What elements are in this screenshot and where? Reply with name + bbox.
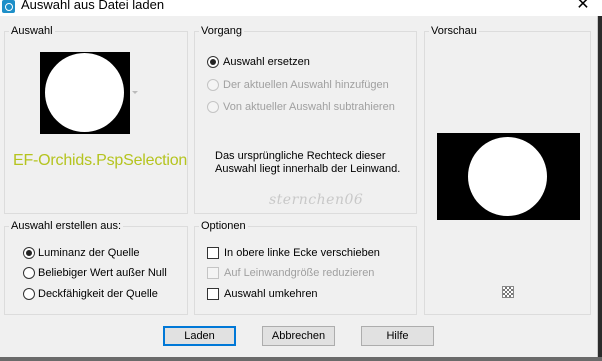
cancel-button[interactable]: Abbrechen [262, 326, 335, 346]
vorschau-group: Vorschau [424, 24, 591, 315]
checkbox-crop-to-canvas[interactable] [207, 267, 219, 279]
radio-replace-selection[interactable] [207, 56, 219, 68]
radio-subtract-selection-label[interactable]: Von aktueller Auswahl subtrahieren [223, 100, 395, 114]
radio-replace-selection-label[interactable]: Auswahl ersetzen [223, 55, 310, 69]
radio-add-to-selection-label[interactable]: Der aktuellen Auswahl hinzufügen [223, 78, 389, 92]
create-from-group-label: Auswahl erstellen aus: [9, 219, 124, 233]
load-button[interactable]: Laden [163, 326, 236, 346]
title-bar: Auswahl aus Datei laden ✕ [0, 0, 602, 16]
preview-circle-shape [468, 137, 547, 216]
selection-thumbnail[interactable] [40, 52, 130, 134]
auswahl-group: Auswahl EF-Orchids.PspSelection [4, 24, 188, 214]
checkbox-move-top-left-label[interactable]: In obere linke Ecke verschieben [224, 246, 380, 260]
background-edge-bottom [0, 357, 602, 361]
selection-info-text: Das ursprüngliche Rechteck dieser Auswah… [215, 150, 401, 175]
selection-file-name: EF-Orchids.PspSelection [13, 152, 188, 169]
radio-add-to-selection[interactable] [207, 79, 219, 91]
checkerboard-icon[interactable] [502, 286, 514, 298]
vorgang-group-label: Vorgang [199, 24, 244, 38]
psp-selection-icon [2, 0, 15, 13]
chevron-down-icon[interactable] [132, 91, 138, 94]
options-group-label: Optionen [199, 219, 248, 233]
checkbox-invert-selection[interactable] [207, 288, 219, 300]
window-title: Auswahl aus Datei laden [21, 0, 165, 12]
selection-circle-shape [45, 53, 124, 132]
checkbox-move-top-left[interactable] [207, 247, 219, 259]
checkbox-invert-selection-label[interactable]: Auswahl umkehren [224, 287, 318, 301]
create-from-group: Auswahl erstellen aus: Luminanz der Quel… [4, 219, 188, 315]
radio-any-nonzero-label[interactable]: Beliebiger Wert außer Null [38, 266, 167, 280]
radio-opacity-label[interactable]: Deckfähigkeit der Quelle [38, 287, 158, 301]
radio-subtract-selection[interactable] [207, 101, 219, 113]
vorgang-group: Vorgang Auswahl ersetzen Der aktuellen A… [194, 24, 417, 214]
radio-opacity[interactable] [23, 288, 35, 300]
radio-luminance[interactable] [23, 247, 35, 259]
options-group: Optionen In obere linke Ecke verschieben… [194, 219, 417, 315]
radio-luminance-label[interactable]: Luminanz der Quelle [38, 246, 140, 260]
background-edge-right [598, 16, 602, 361]
radio-any-nonzero[interactable] [23, 267, 35, 279]
close-button[interactable]: ✕ [572, 0, 594, 15]
auswahl-group-label: Auswahl [9, 24, 55, 38]
checkbox-crop-to-canvas-label[interactable]: Auf Leinwandgröße reduzieren [224, 266, 374, 280]
preview-image [437, 133, 580, 220]
help-button[interactable]: Hilfe [361, 326, 434, 346]
vorschau-group-label: Vorschau [429, 24, 479, 38]
watermark: sternchen06 [269, 192, 364, 208]
